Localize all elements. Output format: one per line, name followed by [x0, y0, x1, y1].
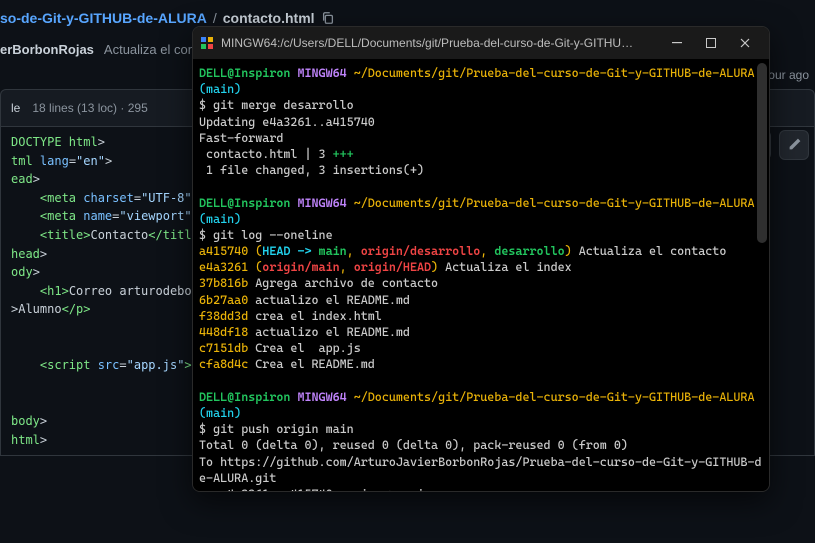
- commit-relative-time: our ago: [768, 68, 809, 82]
- copy-path-icon[interactable]: [321, 11, 335, 25]
- code-tab[interactable]: le: [11, 101, 20, 115]
- maximize-button[interactable]: [695, 31, 727, 55]
- terminal-body[interactable]: DELL@Inspiron MINGW64 ~/Documents/git/Pr…: [193, 59, 769, 491]
- commit-message[interactable]: Actualiza el con: [104, 42, 195, 57]
- edit-button[interactable]: [779, 130, 809, 160]
- file-name: contacto.html: [223, 10, 315, 26]
- minimize-button[interactable]: [661, 31, 693, 55]
- terminal-title: MINGW64:/c/Users/DELL/Documents/git/Prue…: [221, 36, 653, 50]
- terminal-window[interactable]: MINGW64:/c/Users/DELL/Documents/git/Prue…: [192, 26, 770, 492]
- repo-link[interactable]: so-de-Git-y-GITHUB-de-ALURA: [0, 10, 207, 26]
- commit-author[interactable]: erBorbonRojas: [0, 42, 94, 57]
- mingw-icon: [201, 37, 213, 49]
- path-separator: /: [213, 10, 217, 26]
- close-button[interactable]: [729, 31, 761, 55]
- terminal-titlebar[interactable]: MINGW64:/c/Users/DELL/Documents/git/Prue…: [193, 27, 769, 59]
- file-lines-stat: 18 lines (13 loc) · 295: [32, 101, 147, 115]
- terminal-scrollbar[interactable]: [756, 63, 768, 491]
- scrollbar-thumb[interactable]: [757, 63, 767, 243]
